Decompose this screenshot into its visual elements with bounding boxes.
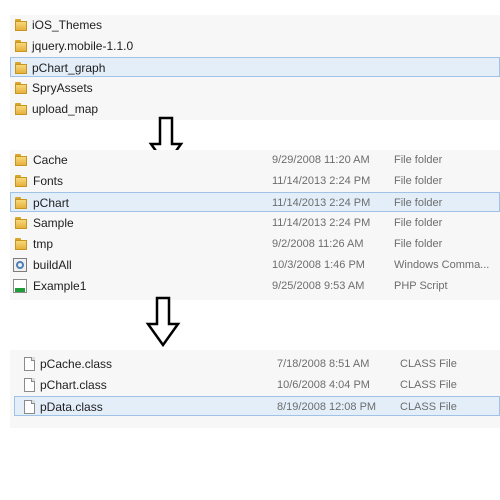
file-row[interactable]: pCache.class 7/18/2008 8:51 AM CLASS File [10,354,500,374]
file-name: pChart [33,196,70,210]
date-modified: 10/3/2008 1:46 PM [272,259,365,271]
document-icon [24,400,35,414]
folder-icon [13,174,27,188]
date-modified: 11/14/2013 2:24 PM [272,197,371,209]
file-name: pChart.class [40,378,107,392]
file-type: PHP Script [394,280,448,292]
file-name: SpryAssets [32,81,93,95]
file-type: File folder [394,154,443,166]
file-type: CLASS File [400,401,457,413]
file-type: File folder [394,175,443,187]
down-arrow-icon [145,296,181,348]
file-row[interactable]: upload_map [10,99,500,119]
file-type: File folder [394,217,443,229]
pchart-contents-panel: pCache.class 7/18/2008 8:51 AM CLASS File p… [10,350,500,428]
file-name: jquery.mobile-1.1.0 [32,39,134,53]
date-modified: 9/29/2008 11:20 AM [272,154,370,166]
file-row[interactable]: Example1 9/25/2008 9:53 AM PHP Script [10,276,500,296]
file-row[interactable]: iOS_Themes [10,15,500,35]
cmd-icon [13,258,27,272]
file-type: File folder [394,238,443,250]
folder-icon [13,18,27,32]
file-type: File folder [394,197,443,209]
file-row[interactable]: jquery.mobile-1.1.0 [10,36,500,56]
folder-icon [13,102,27,116]
file-type: CLASS File [400,379,457,391]
file-row[interactable]: tmp 9/2/2008 11:26 AM File folder [10,234,500,254]
folder-icon [13,61,27,75]
file-row[interactable]: Cache 9/29/2008 11:20 AM File folder [10,150,500,170]
file-name: iOS_Themes [32,18,103,32]
date-modified: 9/2/2008 11:26 AM [272,238,364,250]
folder-icon [13,237,27,251]
date-modified: 7/18/2008 8:51 AM [277,358,370,370]
folder-icon [13,196,27,210]
php-file-icon [13,279,27,293]
file-type: CLASS File [400,358,457,370]
file-name: pCache.class [40,357,113,371]
date-modified: 10/6/2008 4:04 PM [277,379,370,391]
file-row[interactable]: Sample 11/14/2013 2:24 PM File folder [10,213,500,233]
file-row[interactable]: Fonts 11/14/2013 2:24 PM File folder [10,171,500,191]
file-name: Fonts [33,174,64,188]
folder-icon [13,216,27,230]
file-row[interactable]: pChart_graph [10,57,500,77]
file-name: Cache [33,153,68,167]
date-modified: 9/25/2008 9:53 AM [272,280,365,292]
file-name: Example1 [33,279,87,293]
folder-icon [13,153,27,167]
document-icon [24,357,35,371]
folder-list-panel: iOS_Themes jquery.mobile-1.1.0 pChart_grap… [10,15,500,120]
folder-icon [13,81,27,95]
file-row[interactable]: SpryAssets [10,78,500,98]
file-name: buildAll [33,258,72,272]
file-name: upload_map [32,102,99,116]
file-row[interactable]: pChart 11/14/2013 2:24 PM File folder [10,192,500,212]
file-row[interactable]: pData.class 8/19/2008 12:08 PM CLASS File [14,396,500,416]
document-icon [24,378,35,392]
file-name: tmp [33,237,54,251]
file-row[interactable]: buildAll 10/3/2008 1:46 PM Windows Comma..… [10,255,500,275]
file-type: Windows Comma... [394,259,490,271]
file-name: pData.class [40,400,103,414]
file-row[interactable]: pChart.class 10/6/2008 4:04 PM CLASS File [10,375,500,395]
pchart-graph-contents-panel: Cache 9/29/2008 11:20 AM File folder Fonts 1… [10,150,500,300]
file-name: Sample [33,216,74,230]
date-modified: 8/19/2008 12:08 PM [277,401,377,413]
date-modified: 11/14/2013 2:24 PM [272,175,371,187]
date-modified: 11/14/2013 2:24 PM [272,217,371,229]
file-name: pChart_graph [32,61,106,75]
folder-icon [13,39,27,53]
